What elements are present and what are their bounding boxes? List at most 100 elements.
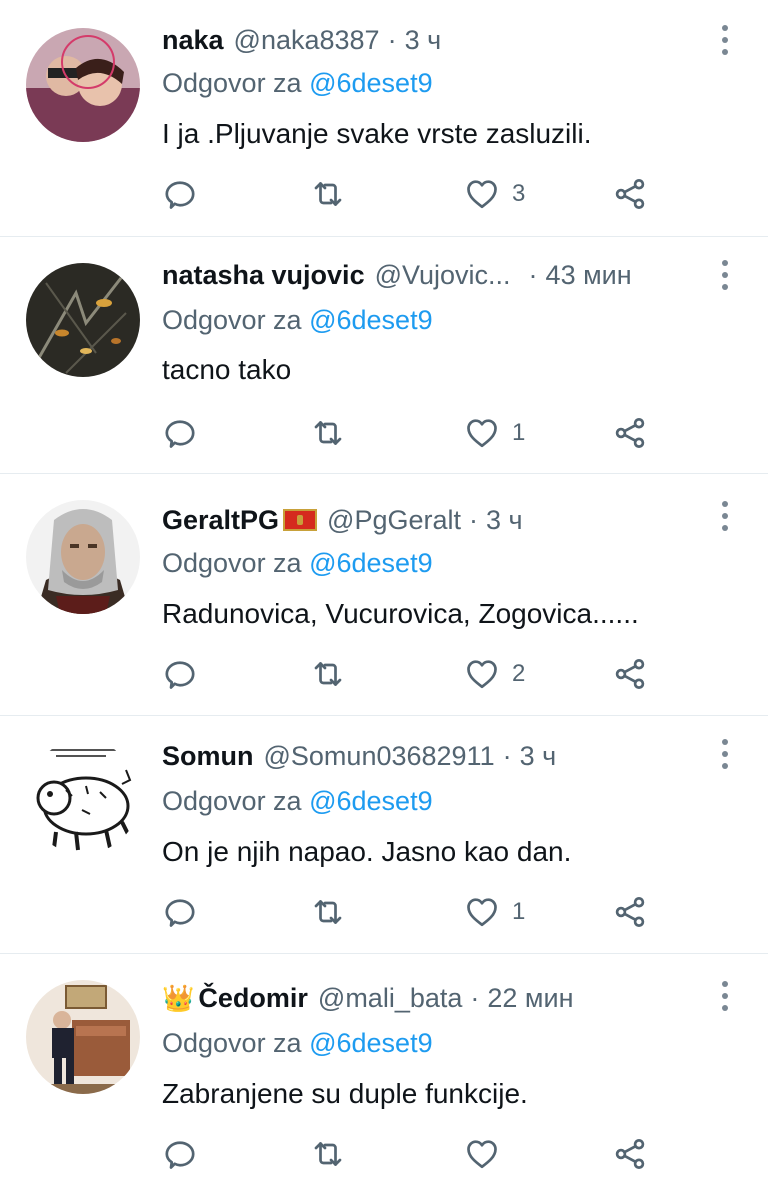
- tweet-text: Zabranjene su duple funkcije.: [162, 1078, 528, 1109]
- separator-dot: ·: [469, 504, 479, 535]
- retweet-button[interactable]: [310, 413, 346, 453]
- more-icon: [722, 739, 728, 745]
- tweet-header: natasha vujovic @Vujovic... · 43 мин: [162, 257, 632, 293]
- display-name[interactable]: natasha vujovic: [162, 260, 365, 291]
- heart-icon: [467, 419, 497, 448]
- more-options-button[interactable]: [715, 257, 735, 293]
- mention-link[interactable]: @6deset9: [309, 305, 433, 335]
- like-button[interactable]: 1: [464, 413, 525, 453]
- user-handle[interactable]: @PgGeralt: [327, 505, 461, 536]
- tweet-4[interactable]: Somun @Somun03682911 · 3 ч Odgovor za @6…: [0, 716, 768, 954]
- mention-link[interactable]: @6deset9: [309, 786, 433, 816]
- tweet-actions: 3: [162, 174, 682, 214]
- timestamp[interactable]: 22 мин: [487, 983, 573, 1014]
- retweet-button[interactable]: [310, 1134, 346, 1174]
- reply-context: Odgovor za @6deset9: [162, 786, 433, 817]
- heart-icon: [467, 1140, 497, 1169]
- timestamp[interactable]: 3 ч: [520, 741, 557, 772]
- tweet-text: Radunovica, Vucurovica, Zogovica......: [162, 598, 639, 629]
- share-button[interactable]: [612, 1134, 648, 1174]
- like-count: 1: [512, 898, 526, 925]
- reply-prefix: Odgovor za: [162, 68, 302, 98]
- more-options-button[interactable]: [715, 22, 735, 58]
- display-name[interactable]: GeraltPG: [162, 505, 279, 536]
- display-name[interactable]: Somun: [162, 741, 254, 772]
- user-handle[interactable]: @naka8387: [234, 25, 380, 56]
- like-button[interactable]: [464, 1134, 512, 1174]
- display-name[interactable]: naka: [162, 25, 224, 56]
- crown-icon: 👑: [162, 982, 195, 1013]
- tweet-header: Somun @Somun03682911 · 3 ч: [162, 738, 556, 774]
- tweet-header: GeraltPG @PgGeralt · 3 ч: [162, 502, 523, 538]
- like-count: 2: [512, 660, 526, 687]
- reply-icon: [165, 1141, 195, 1169]
- like-button[interactable]: 2: [464, 654, 525, 694]
- tweet-text: On je njih napao. Jasno kao dan.: [162, 836, 572, 867]
- avatar[interactable]: [26, 263, 140, 377]
- user-handle[interactable]: @Vujovic...: [375, 260, 511, 291]
- user-handle[interactable]: @mali_bata: [318, 983, 462, 1014]
- reply-button[interactable]: [162, 654, 198, 694]
- retweet-button[interactable]: [310, 654, 346, 694]
- reply-context: Odgovor za @6deset9: [162, 68, 433, 99]
- more-icon: [722, 260, 728, 266]
- share-button[interactable]: [612, 413, 648, 453]
- like-button[interactable]: 3: [464, 174, 525, 214]
- reply-icon: [165, 420, 195, 448]
- share-icon: [615, 179, 645, 209]
- tweet-2[interactable]: natasha vujovic @Vujovic... · 43 мин Odg…: [0, 237, 768, 474]
- mention-link[interactable]: @6deset9: [309, 1028, 433, 1058]
- user-handle[interactable]: @Somun03682911: [264, 741, 495, 772]
- heart-icon: [467, 898, 497, 927]
- share-button[interactable]: [612, 174, 648, 214]
- reply-button[interactable]: [162, 1134, 198, 1174]
- reply-context: Odgovor za @6deset9: [162, 305, 433, 336]
- tweet-actions: 2: [162, 654, 682, 694]
- avatar[interactable]: [26, 980, 140, 1094]
- avatar[interactable]: [26, 28, 140, 142]
- tweet-3[interactable]: GeraltPG @PgGeralt · 3 ч Odgovor za @6de…: [0, 474, 768, 716]
- more-options-button[interactable]: [715, 498, 735, 534]
- reply-prefix: Odgovor za: [162, 786, 302, 816]
- tweet-header: naka @naka8387 · 3 ч: [162, 22, 441, 58]
- separator-dot: ·: [528, 259, 538, 290]
- more-options-button[interactable]: [715, 736, 735, 772]
- mention-link[interactable]: @6deset9: [309, 548, 433, 578]
- retweet-icon: [314, 662, 342, 686]
- reply-button[interactable]: [162, 174, 198, 214]
- display-name[interactable]: Čedomir: [198, 983, 308, 1014]
- reply-button[interactable]: [162, 413, 198, 453]
- separator-dot: ·: [502, 740, 512, 771]
- share-button[interactable]: [612, 892, 648, 932]
- timestamp[interactable]: 43 мин: [546, 260, 632, 291]
- share-icon: [615, 897, 645, 927]
- more-icon: [722, 25, 728, 31]
- tweet-header: 👑 Čedomir @mali_bata · 22 мин: [162, 980, 573, 1016]
- tweet-actions: [162, 1134, 682, 1174]
- mention-link[interactable]: @6deset9: [309, 68, 433, 98]
- like-button[interactable]: 1: [464, 892, 525, 932]
- heart-icon: [467, 180, 497, 209]
- reply-button[interactable]: [162, 892, 198, 932]
- share-icon: [615, 659, 645, 689]
- montenegro-flag-icon: [283, 509, 318, 531]
- avatar[interactable]: [26, 500, 140, 614]
- tweet-text: I ja .Pljuvanje svake vrste zasluzili.: [162, 118, 592, 149]
- retweet-button[interactable]: [310, 892, 346, 932]
- reply-context: Odgovor za @6deset9: [162, 548, 433, 579]
- retweet-button[interactable]: [310, 174, 346, 214]
- tweet-1[interactable]: naka @naka8387 · 3 ч Odgovor za @6deset9…: [0, 0, 768, 237]
- reply-prefix: Odgovor za: [162, 548, 302, 578]
- tweet-5[interactable]: 👑 Čedomir @mali_bata · 22 мин Odgovor za…: [0, 954, 768, 1197]
- avatar[interactable]: [26, 740, 140, 854]
- timestamp[interactable]: 3 ч: [405, 25, 442, 56]
- reply-icon: [165, 661, 195, 689]
- tweet-text: tacno tako: [162, 354, 292, 385]
- retweet-icon: [314, 421, 342, 445]
- retweet-icon: [314, 900, 342, 924]
- more-options-button[interactable]: [715, 978, 735, 1014]
- separator-dot: ·: [470, 982, 480, 1013]
- share-button[interactable]: [612, 654, 648, 694]
- timestamp[interactable]: 3 ч: [486, 505, 523, 536]
- more-icon: [722, 501, 728, 507]
